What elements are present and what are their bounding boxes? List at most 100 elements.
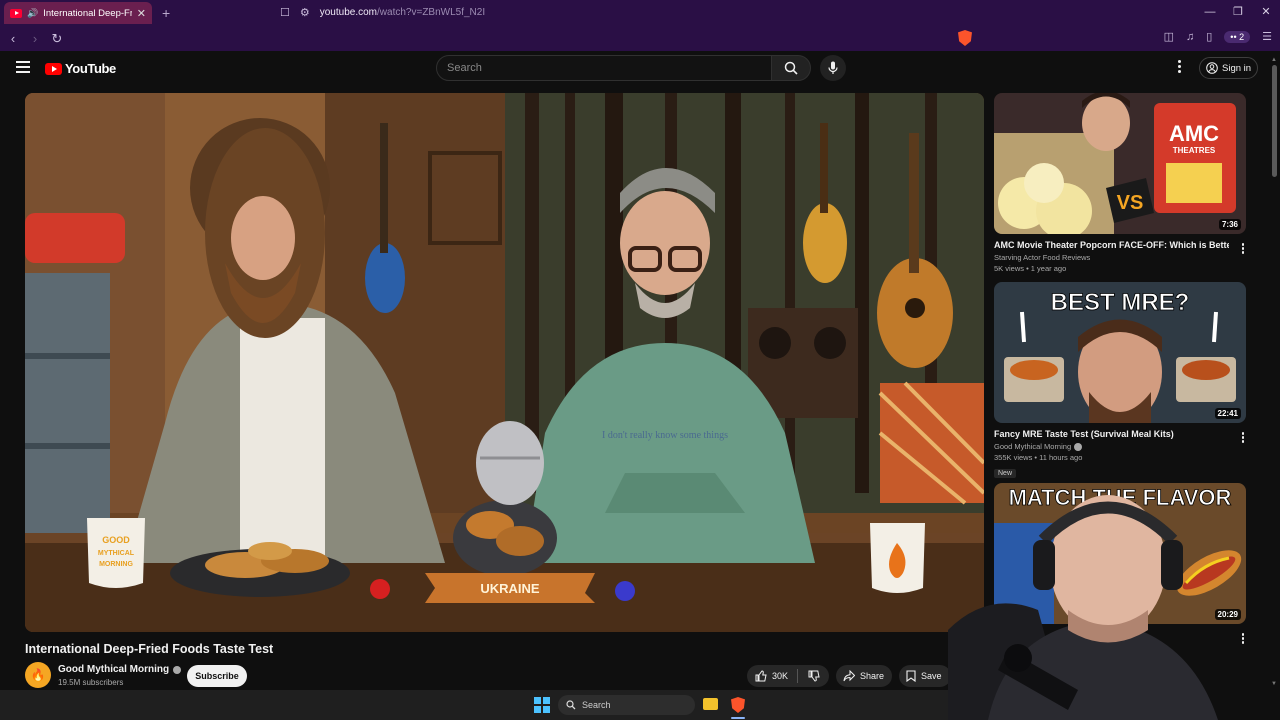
windows-start-icon[interactable] — [534, 697, 550, 713]
video-duration: 7:36 — [1218, 219, 1241, 230]
close-tab-icon[interactable]: ✕ — [137, 7, 146, 20]
search-input[interactable]: Search — [436, 55, 772, 81]
thumbnail-art: AMC THEATRES VS — [994, 93, 1246, 234]
channel-name-text: Good Mythical Morning — [58, 664, 170, 675]
video-frame: I don't really know some things GOOD MYT… — [25, 93, 984, 632]
os-taskbar: Search — [0, 690, 948, 720]
video-duration: 22:41 — [1214, 408, 1241, 419]
subscribe-button[interactable]: Subscribe — [187, 665, 247, 687]
recommended-video[interactable]: BEST MRE? 22:41 Fancy MRE Taste Test (Su… — [994, 282, 1246, 480]
bookmark-save-icon — [906, 670, 916, 682]
youtube-favicon-icon — [10, 8, 22, 18]
taskbar-search-label: Search — [582, 700, 611, 710]
video-thumbnail[interactable]: BEST MRE? 22:41 — [994, 282, 1246, 423]
reload-icon[interactable]: ↻ — [48, 31, 66, 47]
search-icon — [566, 700, 576, 710]
active-app-indicator — [731, 717, 745, 719]
save-label: Save — [921, 671, 942, 681]
channel-avatar[interactable]: 🔥 — [25, 662, 51, 688]
shirt-print-text: I don't really know some things — [602, 430, 728, 441]
share-icon — [843, 670, 855, 682]
video-title[interactable]: AMC Movie Theater Popcorn FACE-OFF: Whic… — [994, 240, 1229, 250]
back-icon[interactable]: ‹ — [4, 31, 22, 46]
channel-name[interactable]: Good Mythical Morning — [994, 442, 1246, 451]
url-path: /watch?v=ZBnWL5f_N2I — [377, 7, 486, 18]
address-bar[interactable]: ☐ ⚙ youtube.com/watch?v=ZBnWL5f_N2I — [280, 3, 950, 22]
video-player[interactable]: I don't really know some things GOOD MYT… — [25, 93, 984, 632]
channel-name[interactable]: Starving Actor Food Reviews — [994, 253, 1246, 262]
search-icon — [784, 61, 798, 75]
microphone-icon — [828, 61, 838, 74]
like-dislike-group: 30K — [747, 665, 829, 687]
svg-text:MYTHICAL: MYTHICAL — [98, 550, 135, 557]
thumb-vs-text: VS — [1117, 192, 1144, 214]
youtube-header: YouTube Search Sign in — [0, 51, 1280, 87]
video-title: International Deep-Fried Foods Taste Tes… — [25, 642, 274, 656]
video-meta: 5K views • 1 year ago — [994, 264, 1067, 273]
thumb-best-mre-text: BEST MRE? — [1051, 289, 1190, 316]
channel-name-text: Good Mythical Morning — [994, 442, 1072, 451]
youtube-play-icon — [45, 62, 62, 75]
share-button[interactable]: Share — [836, 665, 892, 687]
site-info-icon[interactable]: ⚙ — [300, 6, 310, 19]
like-count[interactable]: 30K — [772, 671, 788, 681]
url-text[interactable]: youtube.com/watch?v=ZBnWL5f_N2I — [320, 7, 485, 18]
dislike-icon[interactable] — [808, 670, 820, 682]
scrollbar-thumb[interactable] — [1272, 65, 1277, 177]
browser-tab-active[interactable]: 🔊 International Deep-Fried Foods Taste T… — [4, 2, 152, 24]
new-badge: New — [994, 469, 1017, 478]
media-icon[interactable]: ♫ — [1186, 31, 1194, 43]
menu-icon[interactable]: ☰ — [1262, 30, 1272, 43]
sign-in-label: Sign in — [1222, 62, 1252, 74]
more-actions-icon[interactable] — [1241, 432, 1244, 444]
save-button[interactable]: Save — [899, 665, 951, 687]
sign-in-button[interactable]: Sign in — [1199, 57, 1258, 79]
wallet-count: 2 — [1239, 31, 1245, 42]
restore-icon[interactable]: ❐ — [1224, 0, 1252, 26]
brave-browser-icon[interactable] — [731, 697, 745, 713]
svg-text:MORNING: MORNING — [99, 561, 133, 568]
webcam-overlay — [948, 480, 1280, 720]
browser-extensions: ◫ ♫ ▯ •• 2 ☰ — [1164, 30, 1272, 43]
like-divider — [797, 669, 799, 683]
tab-title: International Deep-Fried Foods Taste Tes… — [43, 7, 132, 19]
share-label: Share — [860, 671, 885, 681]
youtube-logo[interactable]: YouTube — [45, 61, 116, 76]
verified-icon — [173, 665, 182, 674]
bookmark-icon[interactable]: ☐ — [280, 6, 290, 19]
minimize-icon[interactable]: — — [1196, 0, 1224, 26]
leo-ai-icon[interactable]: ◫ — [1164, 30, 1174, 43]
subscriber-count: 19.5M subscribers — [58, 678, 124, 687]
window-controls: — ❐ ✕ — [1196, 0, 1280, 26]
channel-name[interactable]: Good Mythical Morning — [58, 664, 182, 675]
thumb-theatres-text: THEATRES — [1173, 146, 1216, 155]
close-window-icon[interactable]: ✕ — [1252, 0, 1280, 26]
more-actions-icon[interactable] — [1241, 243, 1244, 255]
svg-text:GOOD: GOOD — [102, 535, 130, 545]
browser-toolbar: ‹ › ↻ — [0, 26, 1280, 51]
verified-icon — [1074, 442, 1083, 451]
webcam-feed — [948, 495, 1218, 720]
video-title[interactable]: Fancy MRE Taste Test (Survival Meal Kits… — [994, 429, 1229, 439]
scroll-up-icon[interactable]: ▲ — [1271, 57, 1277, 63]
video-thumbnail[interactable]: AMC THEATRES VS 7:36 — [994, 93, 1246, 234]
taskbar-search[interactable]: Search — [558, 695, 695, 715]
sidebar-toggle-icon[interactable]: ▯ — [1206, 30, 1212, 43]
recommended-video[interactable]: AMC THEATRES VS 7:36 AMC Movie Theater P… — [994, 93, 1246, 273]
file-explorer-icon[interactable] — [703, 698, 718, 710]
like-icon[interactable] — [755, 670, 767, 682]
video-meta: 355K views • 11 hours ago — [994, 453, 1083, 462]
speaker-icon[interactable]: 🔊 — [27, 8, 38, 19]
url-host: youtube.com — [319, 7, 378, 18]
search-button[interactable] — [771, 55, 811, 81]
youtube-wordmark: YouTube — [65, 61, 116, 76]
country-banner-text: UKRAINE — [480, 581, 540, 596]
thumbnail-art: BEST MRE? — [994, 282, 1246, 423]
wallet-button[interactable]: •• 2 — [1224, 30, 1251, 43]
new-tab-button[interactable]: + — [162, 5, 170, 21]
forward-icon[interactable]: › — [26, 31, 44, 46]
voice-search-button[interactable] — [820, 55, 846, 81]
thumb-amc-text: AMC — [1169, 121, 1219, 146]
guide-menu-icon[interactable] — [16, 61, 30, 73]
settings-more-icon[interactable] — [1178, 60, 1182, 75]
